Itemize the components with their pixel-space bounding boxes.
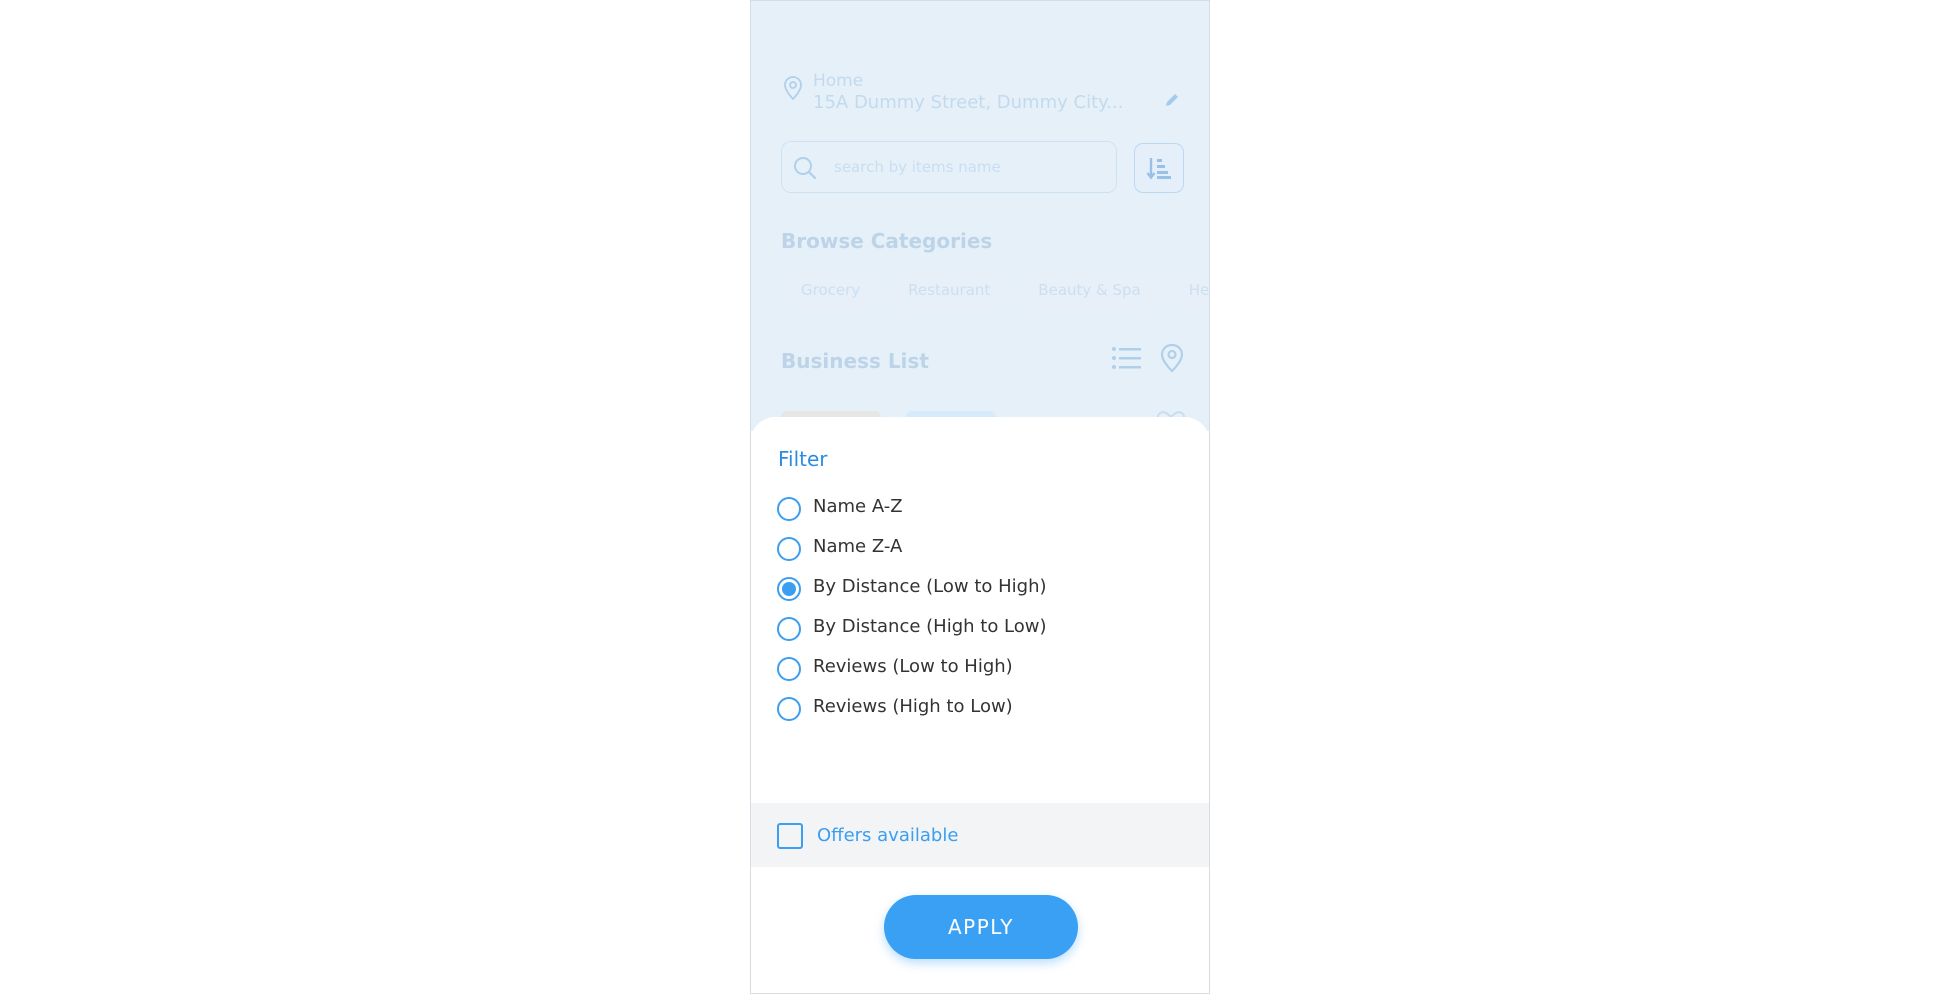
search-input[interactable]: [832, 142, 1106, 192]
filter-title: Filter: [778, 447, 828, 471]
radio-button[interactable]: [777, 497, 801, 521]
filter-option-label: Reviews (Low to High): [813, 656, 1013, 677]
filter-option-label: Name A-Z: [813, 496, 903, 517]
filter-option-label: By Distance (High to Low): [813, 616, 1047, 637]
backdrop[interactable]: Home 15A Dummy Street, Dummy City... sea…: [751, 1, 1209, 431]
filter-sheet: Filter Name A-Z Name Z-A By Distance (Lo…: [751, 417, 1209, 993]
location-address: 15A Dummy Street, Dummy City...: [813, 92, 1124, 113]
apply-button[interactable]: APPLY: [884, 895, 1078, 959]
location-pin-icon: [784, 76, 802, 101]
filter-option-label: Reviews (High to Low): [813, 696, 1013, 717]
phone-screen: Home 15A Dummy Street, Dummy City... sea…: [750, 0, 1210, 994]
offers-available-row[interactable]: Offers available: [751, 803, 1209, 867]
radio-button[interactable]: [777, 617, 801, 641]
sort-icon: [1146, 158, 1171, 180]
search-icon: [794, 157, 817, 180]
location-row[interactable]: Home 15A Dummy Street, Dummy City...: [781, 71, 1181, 115]
map-pin-icon[interactable]: [1159, 343, 1185, 373]
business-list-title: Business List: [781, 349, 929, 373]
radio-button[interactable]: [777, 657, 801, 681]
radio-button[interactable]: [777, 537, 801, 561]
offers-available-label: Offers available: [817, 825, 959, 846]
category-chip[interactable]: Beauty & Spa: [1018, 268, 1161, 312]
filter-option-label: By Distance (Low to High): [813, 576, 1047, 597]
pencil-icon[interactable]: [1163, 91, 1181, 109]
radio-button-selected[interactable]: [777, 577, 801, 601]
categories-title: Browse Categories: [781, 229, 993, 253]
search-box[interactable]: [781, 141, 1117, 193]
list-view-icon[interactable]: [1111, 345, 1143, 371]
radio-button[interactable]: [777, 697, 801, 721]
category-chips: GroceryRestaurantBeauty & SpaHeal: [781, 268, 1209, 312]
category-chip[interactable]: Grocery: [781, 268, 881, 312]
filter-option-label: Name Z-A: [813, 536, 903, 557]
category-chip[interactable]: Restaurant: [888, 268, 1011, 312]
sort-button[interactable]: [1134, 143, 1184, 193]
category-chip[interactable]: Heal: [1168, 268, 1209, 312]
offers-checkbox[interactable]: [777, 823, 803, 849]
location-label: Home: [813, 71, 864, 91]
